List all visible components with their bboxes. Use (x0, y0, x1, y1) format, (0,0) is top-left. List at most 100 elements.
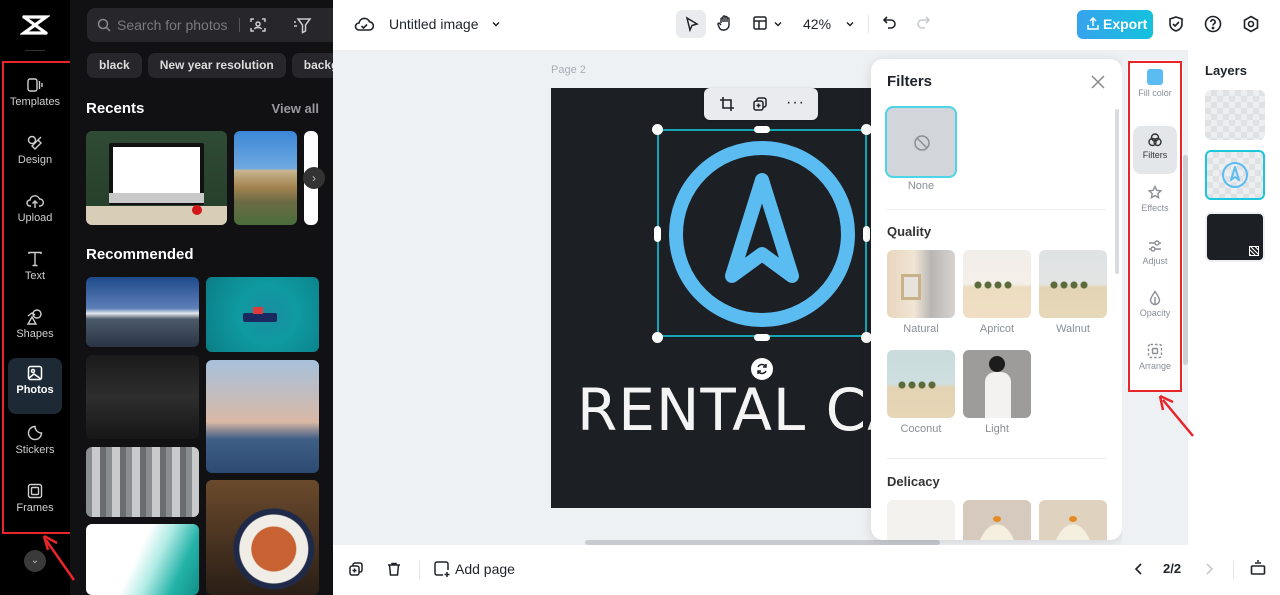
rail-item-upload[interactable]: Upload (8, 186, 62, 240)
text-icon (28, 251, 42, 267)
templates-icon (27, 78, 43, 92)
rail-item-text[interactable]: Text (8, 244, 62, 298)
close-icon[interactable] (1089, 73, 1107, 91)
resize-handle-bottom[interactable] (754, 334, 770, 341)
recommended-photo-nyc[interactable] (206, 360, 319, 473)
filter-button[interactable] (285, 8, 319, 42)
redo-icon[interactable] (915, 15, 931, 31)
layer-logo[interactable] (1205, 150, 1265, 200)
shield-check-icon[interactable] (1167, 15, 1185, 33)
recommended-title: Recommended (86, 246, 194, 263)
tool-effects[interactable]: Effects (1133, 179, 1177, 227)
previous-page-icon[interactable] (1133, 562, 1145, 576)
recommended-photo-dark-texture[interactable] (86, 355, 199, 439)
recents-next-button[interactable]: › (303, 167, 325, 189)
tool-fill-color[interactable]: Fill color (1133, 62, 1177, 110)
recommended-photo-ramen[interactable] (206, 480, 319, 595)
duplicate-page-icon[interactable] (348, 561, 364, 577)
filter-natural[interactable] (887, 250, 955, 318)
add-page-icon[interactable] (433, 560, 451, 578)
frame-icon (27, 483, 43, 499)
filter-light[interactable] (963, 350, 1031, 418)
capcut-logo-icon[interactable] (20, 12, 50, 38)
filter-delicacy-1[interactable] (887, 500, 955, 540)
rail-item-photos[interactable]: Photos (8, 358, 62, 414)
tool-arrange[interactable]: Arrange (1133, 337, 1177, 385)
tool-opacity[interactable]: Opacity (1133, 284, 1177, 332)
recommended-photo-bowls[interactable] (86, 447, 199, 517)
tool-strip-scrollbar[interactable] (1183, 155, 1188, 365)
rail-label: Upload (17, 212, 53, 224)
hand-tool-icon[interactable] (716, 14, 734, 32)
next-page-icon[interactable] (1203, 562, 1215, 576)
bottom-bar: Add page 2/2 (333, 545, 1280, 595)
rail-item-templates[interactable]: Templates (8, 70, 62, 124)
filter-apricot[interactable] (963, 250, 1031, 318)
layer-logo-thumbnail (1222, 162, 1248, 188)
apple (192, 205, 202, 215)
tool-filters[interactable]: Filters (1133, 126, 1177, 174)
rail-label: Frames (16, 502, 54, 514)
page-manager-icon[interactable] (1249, 559, 1267, 577)
rail-item-frames[interactable]: Frames (8, 476, 62, 530)
palm-trees (973, 280, 1013, 290)
undo-icon[interactable] (882, 15, 898, 31)
filter-delicacy-2[interactable] (963, 500, 1031, 540)
recommended-photo-boat[interactable] (206, 277, 319, 352)
filter-label: None (907, 180, 935, 192)
resize-handle-left[interactable] (654, 226, 661, 242)
add-page-button[interactable]: Add page (455, 561, 515, 577)
view-all-link[interactable]: View all (272, 101, 319, 116)
filter-none-option[interactable] (885, 106, 957, 178)
recommended-photo-city[interactable] (86, 277, 199, 347)
adjust-sliders-icon (1149, 240, 1161, 252)
duplicate-icon[interactable] (752, 96, 768, 112)
settings-icon[interactable] (1242, 15, 1260, 33)
design-page[interactable]: RENTAL CA (551, 88, 881, 508)
resize-handle-top-left[interactable] (652, 124, 663, 135)
zoom-chevron-down-icon[interactable] (845, 19, 855, 29)
filter-delicacy-3[interactable] (1039, 500, 1107, 540)
more-options-icon[interactable]: ··· (786, 94, 805, 112)
recent-photo-imac[interactable] (86, 131, 227, 225)
recent-photo-bridge[interactable] (234, 131, 297, 225)
chip[interactable]: background (291, 53, 333, 78)
delete-page-icon[interactable] (386, 561, 402, 577)
export-share-icon (1087, 17, 1099, 30)
rail-more-button[interactable]: ⌄ (24, 550, 46, 572)
cloud-saved-icon[interactable] (354, 14, 374, 34)
document-title[interactable]: Untitled image (389, 16, 479, 32)
rail-item-stickers[interactable]: Stickers (8, 418, 62, 472)
property-tools-strip: Fill color Filters Effects Adjust Opacit… (1127, 60, 1183, 392)
canvas-text-rental-car[interactable]: RENTAL CA (577, 376, 881, 444)
tool-adjust[interactable]: Adjust (1133, 232, 1177, 280)
cake-topping (993, 516, 1001, 522)
layer-transparent[interactable] (1205, 90, 1265, 140)
left-rail: Templates Design Upload Text Shapes Phot… (0, 0, 72, 595)
zoom-level[interactable]: 42% (803, 16, 831, 32)
layer-background[interactable] (1205, 212, 1265, 262)
layout-chevron-down-icon[interactable] (773, 19, 783, 29)
filter-label: Apricot (979, 323, 1015, 335)
crop-icon[interactable] (719, 96, 735, 112)
filters-scrollbar[interactable] (1115, 109, 1119, 274)
resize-handle-right[interactable] (863, 226, 870, 242)
rail-item-design[interactable]: Design (8, 128, 62, 182)
help-icon[interactable] (1204, 15, 1222, 33)
layout-icon[interactable] (752, 15, 768, 31)
fill-color-swatch (1147, 69, 1163, 85)
title-chevron-down-icon[interactable] (491, 19, 501, 29)
filter-coconut[interactable] (887, 350, 955, 418)
select-tool-button[interactable] (676, 10, 706, 38)
chip[interactable]: New year resolution (147, 53, 286, 78)
rail-item-shapes[interactable]: Shapes (8, 302, 62, 356)
chip[interactable]: black (87, 53, 142, 78)
filter-label: Coconut (900, 423, 942, 435)
recommended-photo-teal-abstract[interactable] (86, 524, 199, 595)
resize-handle-top[interactable] (754, 126, 770, 133)
boat (243, 313, 277, 322)
export-button[interactable]: Export (1077, 10, 1153, 39)
resize-handle-bottom-left[interactable] (652, 332, 663, 343)
filter-walnut[interactable] (1039, 250, 1107, 318)
image-search-icon[interactable] (249, 16, 267, 34)
